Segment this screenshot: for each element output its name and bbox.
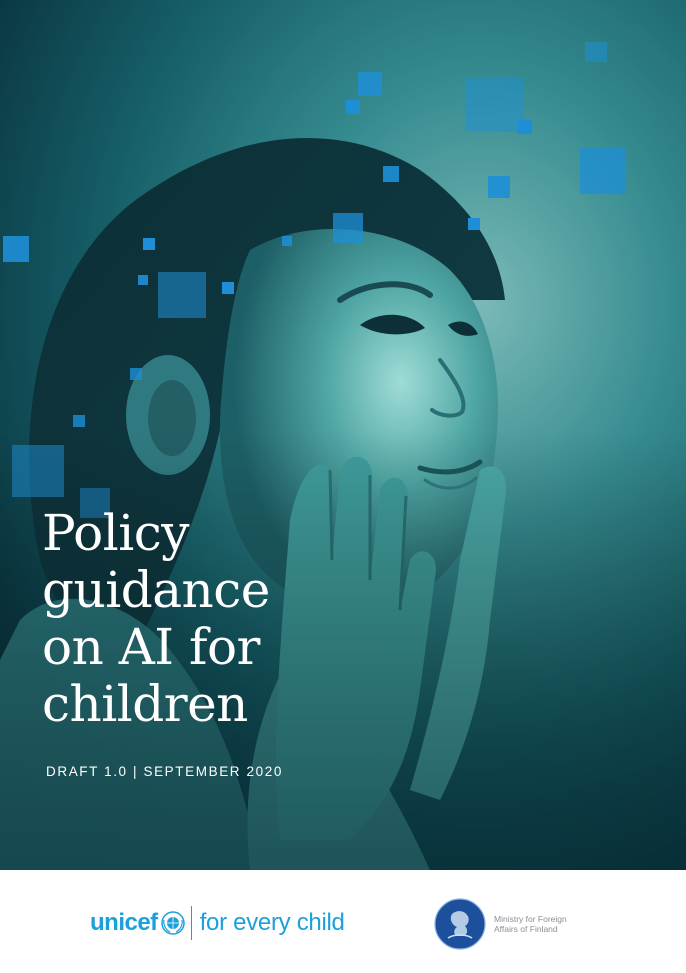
draft-date-label: DRAFT 1.0 | SEPTEMBER 2020 [46, 764, 283, 779]
ministry-logo: Ministry for Foreign Affairs of Finland [434, 898, 584, 950]
ministry-name: Ministry for Foreign Affairs of Finland [494, 914, 567, 934]
lion-coat-of-arms-icon [434, 898, 486, 950]
unicef-logo: unicef for every child [90, 906, 345, 940]
child-portrait-illustration [0, 0, 686, 870]
report-cover: Policy guidance on AI for children DRAFT… [0, 0, 686, 973]
document-title: Policy guidance on AI for children [42, 504, 270, 733]
logo-divider [190, 906, 192, 940]
cover-photo: Policy guidance on AI for children DRAFT… [0, 0, 686, 870]
globe-wreath-icon [160, 911, 185, 935]
unicef-wordmark: unicef [90, 909, 158, 936]
logo-footer: unicef for every child Ministry for Fore… [0, 870, 686, 973]
unicef-tagline: for every child [199, 909, 345, 936]
